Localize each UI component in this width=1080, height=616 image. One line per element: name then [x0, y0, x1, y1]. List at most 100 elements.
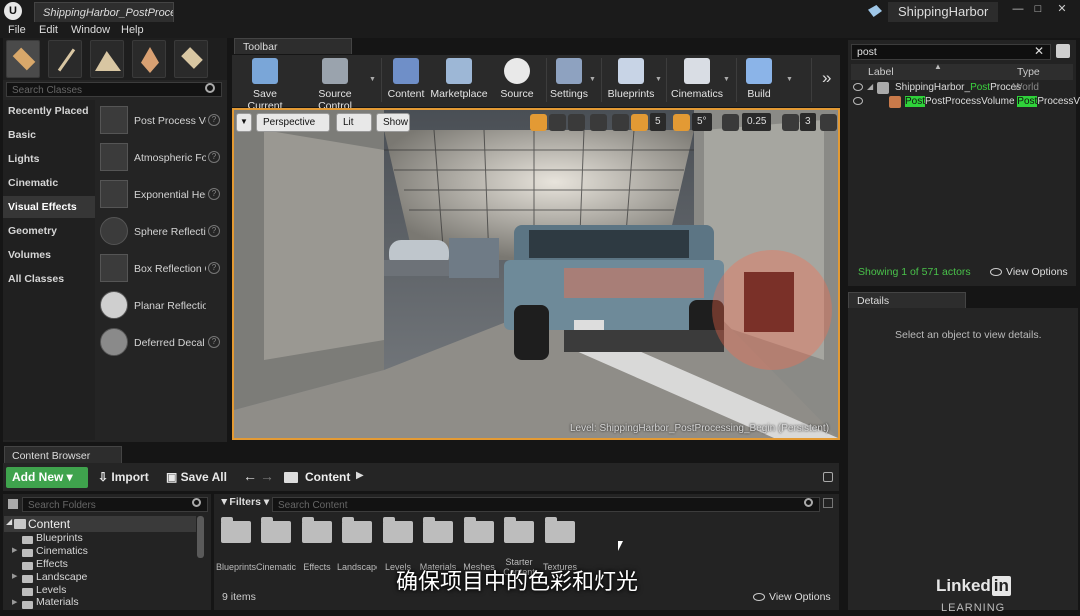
expand-arrow-icon[interactable]: ▶ [12, 572, 17, 580]
place-item-post-process-volume[interactable]: Post Process Volume ? [100, 106, 224, 140]
toolbar-overflow-icon[interactable]: » [822, 68, 831, 88]
type-column-header[interactable]: Type [1017, 66, 1040, 78]
category-visual-effects[interactable]: Visual Effects [3, 196, 95, 218]
settings-button[interactable]: Settings [550, 56, 588, 104]
menu-edit[interactable]: Edit [39, 24, 58, 36]
help-icon[interactable]: ? [208, 188, 220, 200]
tree-item-effects[interactable]: Effects [36, 558, 68, 570]
add-new-button[interactable]: Add New ▾ [6, 467, 88, 488]
toolbar-tab[interactable]: Toolbar [234, 38, 352, 54]
collapse-arrow-icon[interactable]: ◢ [6, 517, 12, 526]
content-button[interactable]: Content [386, 56, 426, 104]
build-dropdown-icon[interactable]: ▼ [786, 76, 794, 83]
surface-snap-icon[interactable] [612, 114, 629, 131]
import-button[interactable]: ⇩ Import [98, 470, 149, 484]
blueprints-dropdown-icon[interactable]: ▼ [655, 76, 663, 83]
help-icon[interactable]: ? [208, 336, 220, 348]
place-mode-icon[interactable] [6, 40, 40, 78]
expand-arrow-icon[interactable]: ▶ [12, 598, 17, 606]
visibility-eye-icon[interactable] [853, 97, 863, 105]
rotate-tool-icon[interactable] [549, 114, 566, 131]
tree-item-levels[interactable]: Levels [36, 584, 66, 596]
menu-window[interactable]: Window [71, 24, 110, 36]
search-classes-input[interactable]: Search Classes [6, 82, 222, 97]
folder-tile-landscape[interactable] [342, 517, 372, 543]
expand-arrow-icon[interactable]: ▶ [12, 546, 17, 554]
folder-tile-levels[interactable] [383, 517, 413, 543]
category-basic[interactable]: Basic [3, 124, 95, 146]
viewport-options-dropdown[interactable]: ▼ [236, 113, 252, 132]
folder-tile-textures[interactable] [545, 517, 575, 543]
camera-speed-icon[interactable] [782, 114, 799, 131]
tree-scrollbar[interactable] [197, 516, 204, 558]
marketplace-button[interactable]: Marketplace [430, 56, 488, 104]
folder-tile-effects[interactable] [302, 517, 332, 543]
grid-snap-icon[interactable] [631, 114, 648, 131]
content-browser-tab[interactable]: Content Browser [4, 446, 122, 463]
outliner-view-options[interactable]: View Options [1006, 266, 1068, 278]
outliner-search-input[interactable]: post [851, 44, 1051, 60]
help-icon[interactable]: ? [208, 151, 220, 163]
expand-arrow-icon[interactable]: ◢ [867, 82, 873, 91]
level-document-tab[interactable]: ShippingHarbor_PostProcess [34, 2, 174, 22]
show-flags-button[interactable]: Show [376, 113, 410, 132]
foliage-mode-icon[interactable] [132, 40, 166, 78]
cinematics-button[interactable]: Cinematics [670, 56, 724, 104]
help-icon[interactable]: ? [208, 114, 220, 126]
place-item-exponential-height-fog[interactable]: Exponential Height Fog ? [100, 180, 224, 214]
search-content-input[interactable]: Search Content [272, 497, 820, 512]
source-control-button[interactable]: Source Control [300, 56, 370, 112]
help-icon[interactable]: ? [208, 225, 220, 237]
cinematics-dropdown-icon[interactable]: ▼ [723, 76, 731, 83]
category-recently-placed[interactable]: Recently Placed [3, 100, 95, 122]
camera-speed-value[interactable]: 3 [800, 113, 816, 131]
scale-snap-icon[interactable] [722, 114, 739, 131]
filters-button[interactable]: ▼Filters ▾ [219, 496, 269, 508]
close-button[interactable]: ✕ [1054, 2, 1070, 16]
content-view-options[interactable]: View Options [769, 591, 831, 603]
folder-tile-cinematics[interactable] [261, 517, 291, 543]
tree-item-cinematics[interactable]: Cinematics [36, 545, 88, 557]
menu-file[interactable]: File [8, 24, 26, 36]
folder-tile-meshes[interactable] [464, 517, 494, 543]
grid-snap-value[interactable]: 5 [650, 113, 666, 131]
folder-tile-materials[interactable] [423, 517, 453, 543]
scale-tool-icon[interactable] [568, 114, 585, 131]
lock-icon[interactable] [823, 472, 833, 482]
category-all-classes[interactable]: All Classes [3, 268, 95, 290]
build-button[interactable]: Build [740, 56, 778, 104]
place-item-planar-reflection[interactable]: Planar Reflection [100, 291, 224, 325]
menu-help[interactable]: Help [121, 24, 144, 36]
add-actor-icon[interactable] [1056, 44, 1070, 58]
label-column-header[interactable]: Label [868, 66, 894, 78]
path-breadcrumb[interactable]: Content [305, 470, 350, 484]
category-geometry[interactable]: Geometry [3, 220, 95, 242]
source-button[interactable]: Source [497, 56, 537, 104]
save-search-icon[interactable] [823, 498, 833, 508]
geometry-mode-icon[interactable] [174, 40, 208, 78]
search-folders-input[interactable]: Search Folders [22, 497, 208, 512]
place-item-deferred-decal[interactable]: Deferred Decal ? [100, 328, 224, 362]
maximize-viewport-icon[interactable] [820, 114, 837, 131]
help-icon[interactable]: ? [208, 262, 220, 274]
lit-view-mode-button[interactable]: Lit [336, 113, 372, 132]
translate-tool-icon[interactable] [530, 114, 547, 131]
blueprints-button[interactable]: Blueprints [606, 56, 656, 104]
paint-mode-icon[interactable] [48, 40, 82, 78]
back-arrow-icon[interactable]: ← [243, 468, 257, 484]
settings-dropdown-icon[interactable]: ▼ [589, 76, 597, 83]
minimize-button[interactable]: — [1010, 2, 1026, 16]
outliner-row-world[interactable]: ◢ ShippingHarbor_PostProces World [851, 82, 1073, 96]
perspective-button[interactable]: Perspective [256, 113, 330, 132]
tree-item-landscape[interactable]: Landscape [36, 571, 87, 583]
place-item-sphere-reflection-capture[interactable]: Sphere Reflection Capture ? [100, 217, 224, 251]
source-control-dropdown-icon[interactable]: ▼ [369, 76, 377, 83]
category-cinematic[interactable]: Cinematic [3, 172, 95, 194]
forward-arrow-icon[interactable]: → [260, 468, 274, 484]
outliner-row-postprocessvolume[interactable]: PostPostProcessVolume PostProcessV [851, 96, 1080, 110]
place-item-atmospheric-fog[interactable]: Atmospheric Fog ? [100, 143, 224, 177]
folder-tile-blueprints[interactable] [221, 517, 251, 543]
category-volumes[interactable]: Volumes [3, 244, 95, 266]
clear-search-icon[interactable]: ✕ [1034, 44, 1044, 58]
world-local-icon[interactable] [590, 114, 607, 131]
